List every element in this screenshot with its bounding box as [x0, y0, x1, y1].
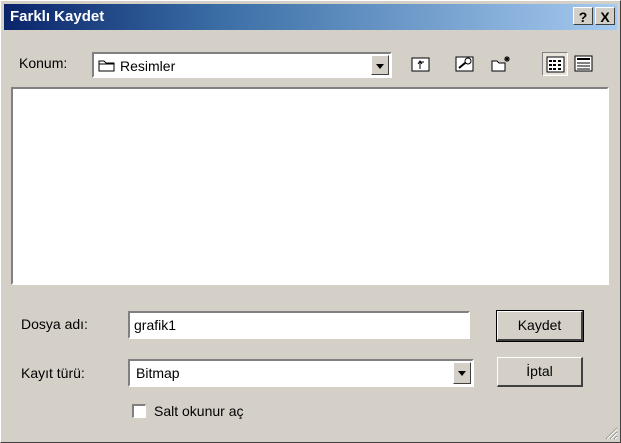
list-view-icon [546, 56, 565, 73]
title-bar[interactable]: Farklı Kaydet ? X [4, 4, 617, 30]
filename-value: grafik1 [134, 317, 177, 333]
close-button[interactable]: X [595, 7, 615, 25]
resize-grip-icon[interactable] [604, 426, 618, 440]
chevron-down-icon [458, 371, 466, 376]
window-title: Farklı Kaydet [10, 8, 105, 25]
desktop-button[interactable] [452, 52, 478, 76]
up-one-level-button[interactable] [408, 52, 434, 76]
file-list[interactable] [11, 87, 609, 285]
filetype-value: Bitmap [136, 365, 180, 381]
save-as-dialog: Farklı Kaydet ? X Konum: Resimler Dosya … [0, 0, 621, 443]
filename-label: Dosya adı: [21, 316, 88, 332]
new-folder-button[interactable] [488, 52, 514, 76]
list-view-button[interactable] [542, 52, 568, 76]
cancel-button[interactable]: İptal [497, 357, 583, 387]
desktop-icon [455, 56, 474, 72]
filename-input[interactable]: grafik1 [128, 311, 470, 339]
details-view-icon [574, 55, 593, 72]
up-one-level-icon [411, 57, 430, 72]
chevron-down-icon [376, 64, 384, 69]
save-button[interactable]: Kaydet [496, 310, 584, 342]
location-dropdown[interactable]: Resimler [92, 52, 392, 78]
folder-icon [98, 60, 115, 72]
readonly-label[interactable]: Salt okunur aç [154, 403, 244, 419]
filetype-label: Kayıt türü: [21, 365, 85, 381]
filetype-dropdown[interactable]: Bitmap [128, 359, 474, 387]
new-folder-icon [491, 56, 510, 72]
location-label: Konum: [19, 55, 68, 71]
filetype-dropdown-arrow[interactable] [453, 362, 471, 384]
help-button[interactable]: ? [573, 7, 593, 25]
location-dropdown-arrow[interactable] [371, 55, 389, 75]
details-view-button[interactable] [571, 52, 597, 76]
readonly-checkbox[interactable] [132, 404, 146, 418]
location-value: Resimler [120, 58, 176, 74]
